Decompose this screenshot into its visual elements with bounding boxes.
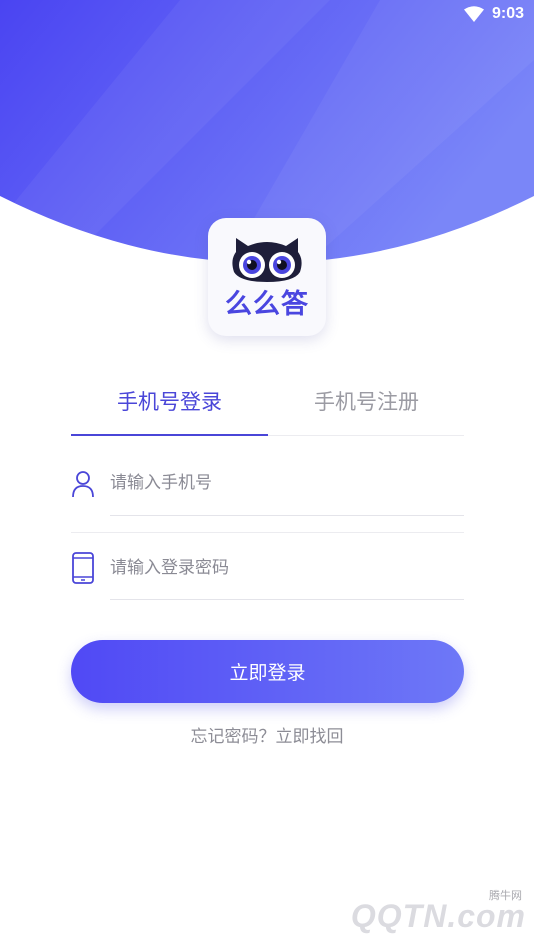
auth-tabs: 手机号登录 手机号注册 [71,380,464,436]
phone-field-underline [110,515,464,516]
field-divider [71,532,464,533]
password-input[interactable] [110,548,464,588]
watermark-logo: 腾牛网 QQTN.com [326,889,526,941]
watermark-brand: QQTN.com [350,898,526,934]
status-bar: 9:03 [0,0,534,30]
tab-phone-login[interactable]: 手机号登录 [71,380,268,435]
mobile-phone-icon [72,552,94,584]
app-logo: 么么答 [208,218,326,336]
forgot-password-link[interactable]: 忘记密码？立即找回 [0,722,534,747]
tab-phone-register[interactable]: 手机号注册 [268,380,465,435]
login-button[interactable]: 立即登录 [71,640,464,703]
wifi-icon [464,6,484,22]
phone-input[interactable] [110,463,464,503]
status-time: 9:03 [491,5,524,22]
logo-text: 么么答 [225,289,309,320]
phone-field [71,455,464,516]
password-field [71,540,464,600]
user-icon [72,471,94,498]
active-tab-indicator [71,434,268,436]
password-field-underline [110,599,464,600]
